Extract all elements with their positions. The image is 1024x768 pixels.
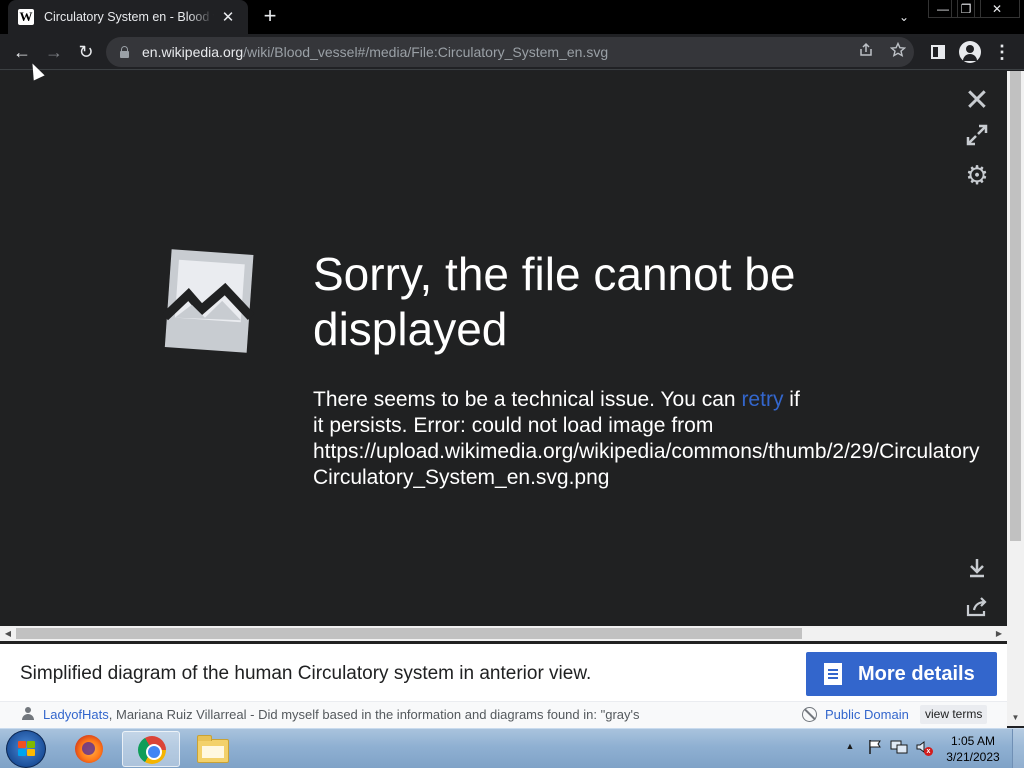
window-close-button[interactable]: ✕ [974, 0, 1020, 18]
scroll-right-arrow-icon[interactable]: ▶ [991, 626, 1007, 641]
show-hidden-icons-chevron-icon[interactable]: ▲ [844, 741, 856, 753]
share-file-icon[interactable] [962, 595, 992, 625]
view-terms-button[interactable]: view terms [920, 705, 988, 724]
user-icon [21, 707, 35, 721]
page-vertical-scrollbar[interactable]: ▼ [1007, 71, 1024, 726]
more-details-label: More details [858, 662, 975, 685]
action-center-flag-icon[interactable] [866, 739, 884, 757]
wikipedia-favicon-icon: W [18, 9, 34, 25]
vertical-scroll-thumb[interactable] [1010, 71, 1021, 541]
image-caption: Simplified diagram of the human Circulat… [20, 663, 592, 684]
profile-avatar-icon[interactable] [958, 40, 982, 64]
error-message: There seems to be a technical issue. You… [313, 387, 1007, 491]
browser-tab-active[interactable]: W Circulatory System en - Blood vessel -… [8, 0, 248, 34]
error-text-3: it persists. Error: could not load image… [313, 414, 714, 437]
error-text-2: if [783, 388, 800, 411]
error-url: https://upload.wikimedia.org/wikipedia/c… [313, 440, 980, 463]
reload-button[interactable]: ↻ [74, 40, 98, 64]
chrome-icon [138, 736, 166, 764]
clock-time: 1:05 AM [950, 734, 996, 748]
error-text-1: There seems to be a technical issue. You… [313, 388, 742, 411]
system-clock[interactable]: 1:05 AM 3/21/2023 [940, 733, 1006, 765]
error-filename: Circulatory_System_en.svg.png [313, 466, 610, 489]
share-icon[interactable] [856, 42, 876, 62]
start-button[interactable] [6, 730, 46, 768]
browser-menu-icon[interactable]: ⋮ [990, 40, 1014, 64]
tab-title: Circulatory System en - Blood vessel - W… [44, 10, 214, 24]
volume-muted-icon[interactable]: x [914, 739, 933, 757]
media-metadata-panel: Simplified diagram of the human Circulat… [0, 644, 1007, 728]
new-tab-button[interactable]: + [258, 4, 282, 28]
windows-logo-icon [18, 741, 36, 758]
show-desktop-button[interactable] [1012, 729, 1024, 768]
more-details-button[interactable]: More details [806, 652, 997, 696]
close-viewer-icon[interactable]: ✕ [962, 86, 992, 116]
public-domain-icon [802, 707, 817, 722]
bookmark-star-icon[interactable] [888, 41, 908, 62]
scroll-left-arrow-icon[interactable]: ◀ [0, 626, 16, 641]
side-panel-icon[interactable] [926, 40, 950, 64]
document-icon [824, 663, 842, 685]
fullscreen-icon[interactable] [962, 123, 992, 153]
back-button[interactable]: ← [10, 40, 34, 64]
download-icon[interactable] [962, 557, 992, 587]
windows-taskbar: ▲ x 1:05 AM 3/21/2023 [0, 728, 1024, 768]
credit-row: LadyofHats, Mariana Ruiz Villarreal - Di… [0, 702, 1007, 728]
url-path: /wiki/Blood_vessel#/media/File:Circulato… [243, 44, 609, 60]
taskbar-explorer[interactable] [184, 731, 242, 767]
browser-toolbar: ← → ↻ en.wikipedia.org/wiki/Blood_vessel… [0, 34, 1024, 70]
error-title: Sorry, the file cannot be displayed [313, 248, 796, 355]
url-host: en.wikipedia.org [142, 44, 244, 60]
folder-icon [197, 735, 229, 763]
taskbar-firefox[interactable] [60, 731, 118, 767]
forward-button[interactable]: → [42, 40, 66, 64]
retry-link[interactable]: retry [741, 388, 783, 411]
firefox-icon [75, 735, 103, 763]
url-text[interactable]: en.wikipedia.org/wiki/Blood_vessel#/medi… [142, 44, 608, 60]
author-credit-text: , Mariana Ruiz Villarreal - Did myself b… [108, 707, 640, 722]
author-credit: LadyofHats, Mariana Ruiz Villarreal - Di… [43, 707, 639, 722]
network-icon[interactable] [890, 739, 908, 757]
broken-image-icon [162, 249, 255, 353]
viewer-horizontal-scrollbar[interactable]: ◀ ▶ [0, 626, 1007, 641]
taskbar-chrome[interactable] [122, 731, 180, 767]
author-link[interactable]: LadyofHats [43, 707, 109, 722]
settings-gear-icon[interactable]: ⚙ [962, 160, 992, 190]
license-link[interactable]: Public Domain [825, 707, 909, 722]
horizontal-scroll-thumb[interactable] [16, 628, 802, 639]
browser-titlebar: W Circulatory System en - Blood vessel -… [0, 0, 1024, 34]
media-viewer: ✕ ⚙ Sorry, the file cannot be displayed … [0, 71, 1007, 626]
tab-close-icon[interactable]: ✕ [220, 8, 236, 26]
clock-date: 3/21/2023 [946, 750, 1000, 764]
lock-icon[interactable] [120, 46, 129, 58]
scroll-down-arrow-icon[interactable]: ▼ [1007, 711, 1024, 725]
address-bar[interactable]: en.wikipedia.org/wiki/Blood_vessel#/medi… [106, 37, 914, 67]
tab-search-chevron-icon[interactable]: ⌄ [894, 7, 914, 27]
